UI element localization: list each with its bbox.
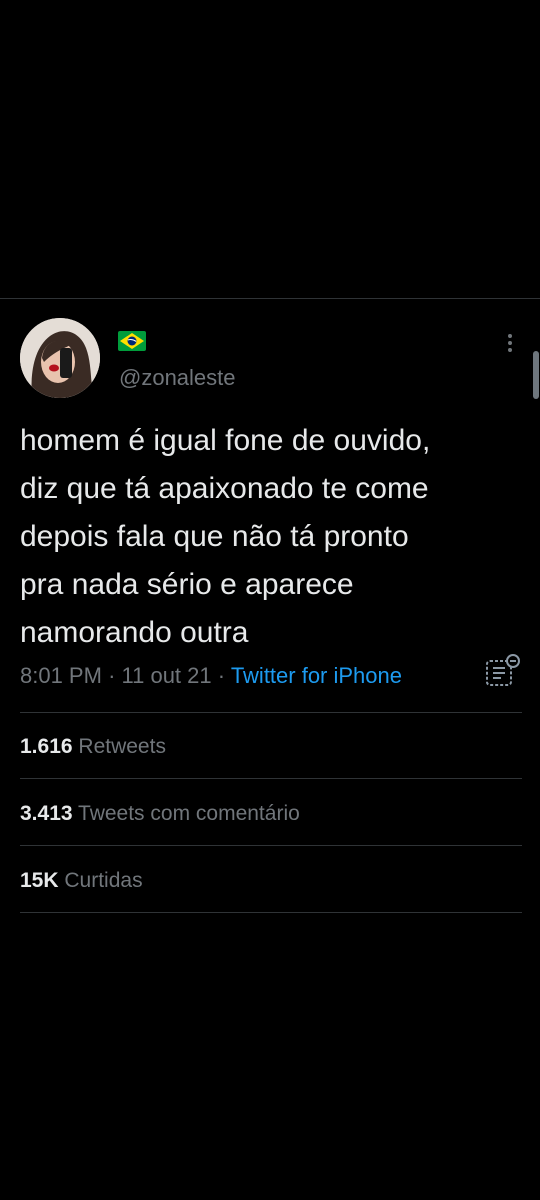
divider (20, 778, 522, 779)
avatar[interactable] (20, 318, 100, 398)
tweet-time: 8:01 PM (20, 663, 102, 688)
user-handle[interactable]: @zonaleste (119, 365, 236, 391)
quote-tweets-stat[interactable]: 3.413 Tweets com comentário (20, 802, 300, 826)
retweets-count: 1.616 (20, 735, 73, 758)
tweet-source-link[interactable]: Twitter for iPhone (231, 663, 402, 688)
meta-separator: · (217, 663, 226, 688)
tweet-date[interactable]: 11 out 21 (122, 663, 212, 688)
tweet-text: homem é igual fone de ouvido, diz que tá… (20, 424, 431, 649)
quote-tweets-count: 3.413 (20, 802, 73, 825)
meta-separator: · (108, 663, 116, 688)
brazil-flag-icon (118, 331, 146, 351)
divider (20, 845, 522, 846)
more-options-icon[interactable] (500, 331, 520, 355)
retweets-stat[interactable]: 1.616 Retweets (20, 735, 166, 759)
likes-count: 15K (20, 869, 59, 892)
quote-tweets-label: Tweets com comentário (78, 802, 300, 825)
likes-label: Curtidas (64, 869, 143, 892)
top-divider (0, 298, 540, 299)
divider (20, 912, 522, 913)
analytics-icon[interactable] (484, 653, 522, 689)
divider (20, 712, 522, 713)
retweets-label: Retweets (78, 735, 166, 758)
tweet-meta: 8:01 PM · 11 out 21 · Twitter for iPhone (20, 663, 402, 689)
scrollbar[interactable] (533, 351, 539, 399)
likes-stat[interactable]: 15K Curtidas (20, 869, 143, 893)
